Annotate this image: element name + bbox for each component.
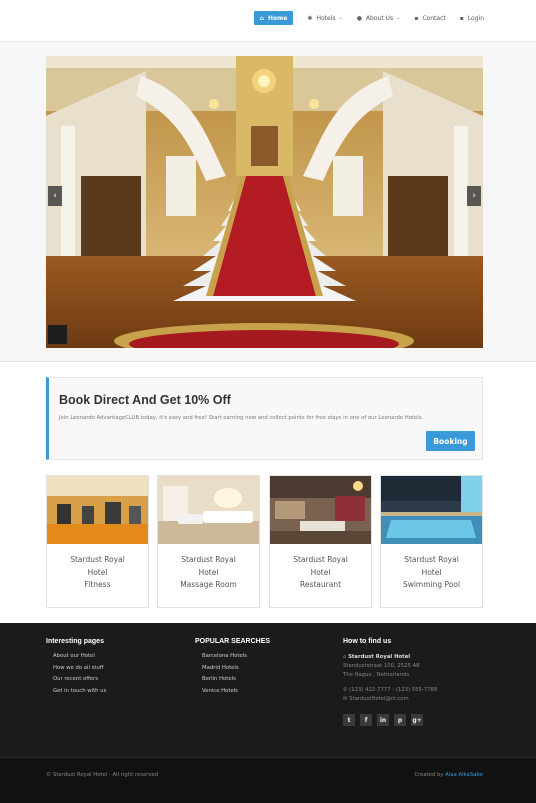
nav-about-label: About Us	[365, 14, 394, 22]
facility-cards: Stardust Royal Hotel Fitness Stardust Ro…	[46, 475, 483, 608]
footer-interesting-pages: Interesting pages About our Hotel How we…	[46, 638, 106, 699]
card-caption-line: Stardust Royal	[70, 555, 125, 564]
login-icon: ▪	[459, 14, 464, 22]
card-caption: Stardust Royal Hotel Massage Room	[158, 554, 259, 592]
card-caption-line: Fitness	[84, 580, 111, 589]
nav-home-label: Home	[267, 14, 288, 22]
promo-title: Book Direct And Get 10% Off	[59, 393, 231, 407]
linkedin-icon[interactable]: in	[377, 714, 389, 726]
promo-box: Book Direct And Get 10% Off Join Leonard…	[46, 377, 483, 460]
card-caption-line: Hotel	[198, 567, 219, 577]
nav-contact[interactable]: ▪ Contact	[414, 11, 445, 25]
email-link[interactable]: StardustHotel@nl.com	[349, 696, 408, 702]
card-caption-line: Stardust Royal	[181, 555, 236, 564]
card-caption-line: Massage Room	[180, 580, 237, 589]
nav-about[interactable]: ● About Us ⌄	[357, 11, 401, 25]
slider-prev-button[interactable]: ‹	[48, 186, 62, 206]
footer-link[interactable]: Madrid Hotels	[202, 665, 270, 677]
chevron-right-icon: ›	[472, 191, 476, 201]
top-navigation-bar: ⌂ Home ✱ Hotels ⌄ ● About Us ⌄ ▪ Contact…	[0, 0, 536, 42]
created-by-label: Created by	[414, 772, 444, 778]
footer-link[interactable]: How we do all stuff	[53, 665, 106, 677]
chevron-left-icon: ‹	[53, 191, 57, 201]
footer-popular-searches: POPULAR SEARCHES Barcelona Hotels Madrid…	[195, 638, 270, 699]
copyright-text: © Stardust Royal Hotel - All right reser…	[46, 772, 159, 778]
envelope-icon: ✉	[343, 696, 348, 702]
facebook-icon[interactable]: f	[360, 714, 372, 726]
nav-login-label: Login	[467, 14, 484, 22]
card-caption-line: Hotel	[310, 567, 331, 577]
footer-link[interactable]: Venice Hotels	[202, 688, 270, 700]
nav-hotels[interactable]: ✱ Hotels ⌄	[307, 11, 342, 25]
credit-text: Created by Alaa AlkaSabe	[414, 772, 483, 778]
card-caption: Stardust Royal Hotel Fitness	[47, 554, 148, 592]
main-nav: ⌂ Home ✱ Hotels ⌄ ● About Us ⌄ ▪ Contact…	[240, 11, 484, 25]
card-caption: Stardust Royal Hotel Swimming Pool	[381, 554, 482, 592]
footer-heading: POPULAR SEARCHES	[195, 638, 271, 645]
card-massage-room[interactable]: Stardust Royal Hotel Massage Room	[157, 475, 260, 608]
card-swimming-pool[interactable]: Stardust Royal Hotel Swimming Pool	[380, 475, 483, 608]
footer-link[interactable]: Berlin Hotels	[202, 676, 270, 688]
nav-hotels-label: Hotels	[316, 14, 336, 22]
promo-text: Join Leonardo AdvantageCLUB today, it's …	[59, 415, 424, 421]
footer-link[interactable]: About our Hotel	[53, 653, 106, 665]
home-icon: ⌂	[259, 14, 264, 22]
user-card-icon: ▪	[414, 14, 419, 22]
slider-next-button[interactable]: ›	[467, 186, 481, 206]
chevron-down-icon: ⌄	[338, 15, 343, 21]
card-caption-line: Swimming Pool	[402, 580, 461, 589]
card-caption-line: Stardust Royal	[404, 555, 459, 564]
chevron-down-icon: ⌄	[396, 15, 401, 21]
twitter-icon[interactable]: t	[343, 714, 355, 726]
address-street: Standuststraat 100, 2525 AB	[343, 663, 420, 669]
footer-address: ⌂ Stardust Royal Hotel Standuststraat 10…	[343, 653, 437, 704]
hotel-name: Stardust Royal Hotel	[348, 654, 411, 660]
footer-link[interactable]: Our recent offers	[53, 676, 106, 688]
phone-icon: ✆	[343, 687, 348, 693]
card-caption-line: Hotel	[87, 567, 108, 577]
card-restaurant[interactable]: Stardust Royal Hotel Restaurant	[269, 475, 372, 608]
footer-heading: How to find us	[343, 638, 392, 645]
footer-link[interactable]: Get in touch with us	[53, 688, 106, 700]
card-fitness[interactable]: Stardust Royal Hotel Fitness	[46, 475, 149, 608]
card-image-pool	[381, 476, 482, 544]
phone-numbers: (123) 422-7777 - (123) 555-7788	[349, 687, 438, 693]
footer-heading: Interesting pages	[46, 638, 104, 645]
social-links: t f in p g+	[343, 714, 437, 726]
pinterest-icon[interactable]: p	[394, 714, 406, 726]
card-image-fitness	[47, 476, 148, 544]
author-link[interactable]: Alaa AlkaSabe	[445, 772, 483, 778]
google-plus-icon[interactable]: g+	[411, 714, 423, 726]
footer-find-us: How to find us ⌂ Stardust Royal Hotel St…	[343, 638, 437, 726]
card-caption: Stardust Royal Hotel Restaurant	[270, 554, 371, 592]
footer-link[interactable]: Barcelona Hotels	[202, 653, 270, 665]
card-caption-line: Hotel	[421, 567, 442, 577]
card-caption-line: Restaurant	[299, 580, 342, 589]
address-city: The Hague , Netherlands	[343, 672, 410, 678]
footer-bottom-bar: © Stardust Royal Hotel - All right reser…	[0, 757, 536, 803]
booking-button[interactable]: Booking	[426, 431, 475, 451]
nav-login[interactable]: ▪ Login	[460, 11, 484, 25]
info-icon: ●	[356, 14, 362, 22]
hero-slide-image	[46, 56, 483, 348]
slider-pause-button[interactable]	[48, 325, 67, 344]
nav-contact-label: Contact	[422, 14, 446, 22]
home-icon: ⌂	[343, 654, 347, 660]
card-image-massage	[158, 476, 259, 544]
nav-home[interactable]: ⌂ Home	[253, 11, 294, 25]
card-image-restaurant	[270, 476, 371, 544]
gear-icon: ✱	[307, 14, 313, 22]
footer: Interesting pages About our Hotel How we…	[0, 623, 536, 803]
card-caption-line: Stardust Royal	[293, 555, 348, 564]
